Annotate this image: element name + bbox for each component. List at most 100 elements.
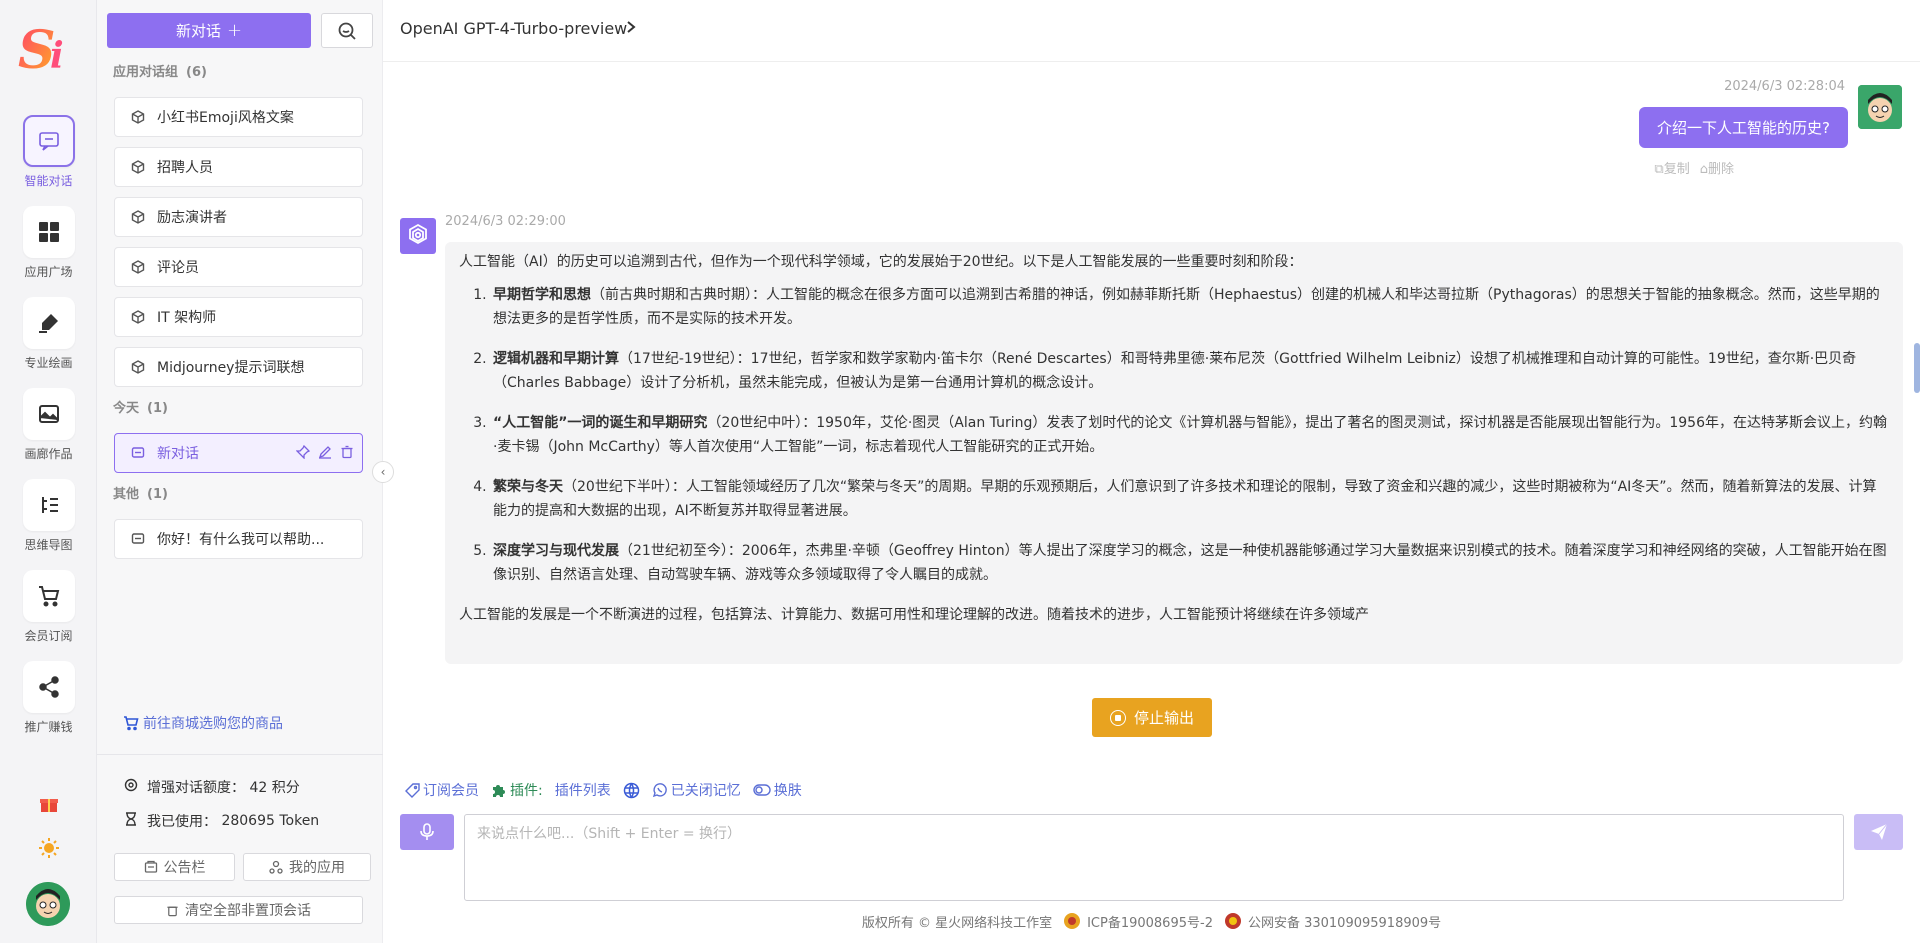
chat-item-active[interactable]: 新对话 (114, 433, 363, 473)
sun-icon[interactable] (36, 835, 62, 861)
left-rail: S i 智能对话 应用广场 专业绘画 画廊作品 思维导图 会员订阅 推广赚钱 (0, 0, 97, 943)
globe-icon[interactable] (623, 782, 640, 799)
rail-label: 思维导图 (24, 538, 73, 552)
apps-icon (269, 860, 283, 874)
tag-icon (405, 782, 420, 798)
cube-icon (129, 358, 147, 376)
group-title-today: 今天 (1) (113, 401, 168, 416)
svg-text:i: i (50, 35, 64, 77)
chat-header: OpenAI GPT-4-Turbo-preview (383, 0, 1920, 62)
chat-main: OpenAI GPT-4-Turbo-preview 2024/6/3 02:2… (383, 0, 1920, 943)
app-chat-item[interactable]: 励志演讲者 (114, 197, 363, 237)
rail-item-chat[interactable]: 智能对话 (0, 115, 97, 189)
user-avatar (1858, 85, 1902, 129)
rail-item-apps[interactable]: 应用广场 (0, 206, 97, 280)
app-chat-item[interactable]: Midjourney提示词联想 (114, 347, 363, 387)
app-logo[interactable]: S i (16, 18, 80, 81)
list-item: 逻辑机器和早期计算（17世纪-19世纪）：17世纪，哲学家和数学家勒内·笛卡尔（… (491, 347, 1889, 395)
microphone-icon (420, 823, 434, 840)
scrollbar-thumb[interactable] (1914, 343, 1920, 393)
rail-item-paint[interactable]: 专业绘画 (0, 297, 97, 371)
my-apps-button[interactable]: 我的应用 (243, 853, 371, 881)
ai-message-timestamp: 2024/6/3 02:29:00 (445, 214, 566, 229)
rail-item-mindmap[interactable]: 思维导图 (0, 479, 97, 553)
police-badge-icon (1224, 913, 1241, 929)
cube-icon (129, 258, 147, 276)
conversation-sidebar: 新对话 + 应用对话组 (6) 小红书Emoji风格文案 招聘人员 励志演讲者 评… (97, 0, 383, 943)
chat-item-label: 你好！有什么我可以帮助... (157, 532, 325, 548)
rail-item-promote[interactable]: 推广赚钱 (0, 661, 97, 735)
subscribe-link[interactable]: 订阅会员 (405, 780, 479, 800)
cart-icon (124, 716, 139, 731)
skin-toggle[interactable]: 换肤 (753, 780, 802, 800)
rail-item-subscribe[interactable]: 会员订阅 (0, 570, 97, 644)
quota-row: 增强对话额度： 42 积分 (123, 777, 300, 797)
coin-icon (123, 778, 139, 796)
gift-icon[interactable] (36, 791, 62, 817)
search-button[interactable] (321, 13, 373, 48)
puzzle-icon (493, 785, 505, 797)
new-chat-label: 新对话 (175, 22, 221, 40)
chat-bubble-icon (129, 530, 147, 548)
user-message-actions: ⧉复制 ⌂删除 (1654, 158, 1734, 177)
app-chat-item[interactable]: 小红书Emoji风格文案 (114, 97, 363, 137)
app-chat-item[interactable]: IT 架构师 (114, 297, 363, 337)
send-button[interactable] (1854, 814, 1903, 850)
ai-intro: 人工智能（AI）的历史可以追溯到古代，但作为一个现代科学领域，它的发展始于20世… (459, 254, 1303, 270)
list-item: “人工智能”一词的诞生和早期研究（20世纪中叶）：1950年，艾伦·图灵（Ala… (491, 411, 1889, 459)
ai-history-list: 早期哲学和思想（前古典时期和古典时期）：人工智能的概念在很多方面可以追溯到古希腊… (459, 283, 1889, 587)
plugin-list-link[interactable]: 插件列表 (555, 780, 611, 800)
rail-label: 专业绘画 (24, 356, 73, 370)
trash-icon (167, 906, 178, 916)
chevron-right-icon[interactable] (625, 19, 637, 39)
new-chat-button[interactable]: 新对话 + (107, 13, 311, 48)
usage-row: 我已使用： 280695 Token (123, 811, 319, 831)
rail-label: 画廊作品 (24, 447, 73, 461)
plugin-toggle[interactable]: 插件: (491, 780, 543, 800)
chat-item[interactable]: 你好！有什么我可以帮助... (114, 519, 363, 559)
app-chat-item[interactable]: 招聘人员 (114, 147, 363, 187)
memory-toggle[interactable]: 已关闭记忆 (652, 780, 741, 800)
ai-outro: 人工智能的发展是一个不断演进的过程，包括算法、计算能力、数据可用性和理论理解的改… (459, 607, 1369, 623)
message-textarea[interactable] (465, 815, 1843, 900)
voice-input-button[interactable] (400, 814, 454, 850)
chat-bubble-icon (129, 444, 147, 462)
chevron-left-icon: ‹ (380, 465, 386, 479)
paint-icon (22, 297, 75, 349)
ai-message-bubble: 人工智能（AI）的历史可以追溯到古代，但作为一个现代科学领域，它的发展始于20世… (445, 242, 1903, 664)
group-title-apps: 应用对话组 (6) (113, 65, 207, 80)
app-chat-item[interactable]: 评论员 (114, 247, 363, 287)
model-selector[interactable]: OpenAI GPT-4-Turbo-preview (400, 19, 627, 38)
delete-button[interactable]: ⌂删除 (1700, 158, 1734, 177)
whatsapp-icon (652, 783, 667, 798)
chat-icon (22, 115, 75, 167)
rail-label: 推广赚钱 (24, 720, 73, 734)
shop-link[interactable]: 前往商城选购您的商品 (123, 713, 283, 733)
delete-icon[interactable] (340, 445, 354, 459)
pin-icon[interactable] (296, 445, 310, 459)
copy-button[interactable]: ⧉复制 (1654, 158, 1689, 177)
rail-label: 应用广场 (24, 265, 73, 279)
collapse-sidebar-button[interactable]: ‹ (372, 461, 394, 483)
edit-icon[interactable] (318, 445, 332, 459)
cart-icon (22, 570, 75, 622)
clear-chats-button[interactable]: 清空全部非置顶会话 (114, 896, 363, 924)
rail-label: 会员订阅 (24, 629, 73, 643)
app-chat-label: 评论员 (157, 260, 199, 276)
openai-logo-icon (400, 218, 436, 254)
list-item: 繁荣与冬天（20世纪下半叶）：人工智能领域经历了几次“繁荣与冬天”的周期。早期的… (491, 475, 1889, 523)
avatar[interactable] (26, 882, 70, 926)
stop-output-button[interactable]: 停止输出 (1092, 698, 1212, 737)
copyright-text: 版权所有 © 星火网络科技工作室 (861, 915, 1053, 931)
notice-button[interactable]: 公告栏 (114, 853, 235, 881)
cube-icon (129, 158, 147, 176)
page-footer: 版权所有 © 星火网络科技工作室 ICP备19008695号-2 公网安备 33… (383, 911, 1920, 931)
share-icon (22, 661, 75, 713)
icp-link[interactable]: ICP备19008695号-2 (1062, 911, 1213, 931)
rail-item-gallery[interactable]: 画廊作品 (0, 388, 97, 462)
message-input[interactable] (464, 814, 1844, 901)
police-link[interactable]: 公网安备 33010909591890​9号 (1223, 911, 1441, 931)
chat-item-actions (296, 445, 354, 459)
chat-toolbar: 订阅会员 插件: 插件列表 已关闭记忆 换肤 (405, 780, 814, 800)
usage-value: 280695 Token (221, 813, 320, 829)
